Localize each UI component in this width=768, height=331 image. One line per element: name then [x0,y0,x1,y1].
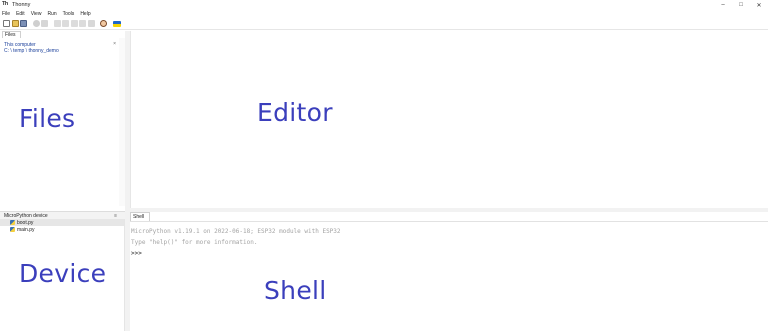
window-controls: – □ ✕ [714,0,768,10]
save-file-icon[interactable] [20,20,27,27]
step-out-icon[interactable] [70,20,78,27]
computer-heading[interactable]: This computer [0,38,124,48]
support-icon[interactable] [100,20,107,27]
new-file-icon[interactable] [3,20,10,27]
shell-prompt[interactable]: >>> [130,248,768,259]
stop-icon[interactable] [87,20,95,27]
debug-icon[interactable] [41,20,48,27]
resume-icon[interactable] [79,20,86,27]
annotation-shell: Shell [264,276,327,305]
annotation-editor: Editor [257,98,333,127]
menu-run[interactable]: Run [47,11,56,17]
menu-tools[interactable]: Tools [63,11,75,17]
run-icon[interactable] [32,20,40,27]
thonny-logo-icon [2,1,9,9]
close-button[interactable]: ✕ [750,0,768,10]
python-file-icon [10,227,15,232]
menu-edit[interactable]: Edit [16,11,25,17]
toolbar [0,18,768,30]
menu-view[interactable]: View [31,11,42,17]
device-file-main[interactable]: main.py [0,226,124,233]
device-file-label: boot.py [17,219,34,226]
tab-shell[interactable]: Shell [130,212,150,221]
shell-banner-line: MicroPython v1.19.1 on 2022-06-18; ESP32… [131,228,341,235]
ukraine-flag-icon[interactable] [112,20,121,27]
shell-help-line: Type "help()" for more information. [131,239,258,246]
open-file-icon[interactable] [11,20,19,27]
shell-area[interactable]: MicroPython v1.19.1 on 2022-06-18; ESP32… [130,221,768,331]
device-file-boot[interactable]: boot.py [0,219,124,226]
device-file-label: main.py [17,226,35,233]
device-header: MicroPython device ≡ [0,211,125,219]
editor-area[interactable] [130,31,768,211]
files-close-icon[interactable]: × [113,41,116,47]
python-file-icon [10,220,15,225]
menu-bar: File Edit View Run Tools Help [0,10,768,18]
menu-file[interactable]: File [2,11,10,17]
annotation-files: Files [19,104,76,133]
tab-files[interactable]: Files [2,31,21,38]
window-title: Thonny [12,2,31,8]
minimize-button[interactable]: – [714,0,732,10]
title-bar: Thonny – □ ✕ [0,0,768,10]
step-into-icon[interactable] [62,20,69,27]
menu-help[interactable]: Help [80,11,90,17]
horizontal-splitter[interactable] [130,208,768,212]
annotation-device: Device [19,259,107,288]
shell-tab-label: Shell [133,214,145,220]
computer-path[interactable]: C: \ temp \ thonny_demo [0,48,124,54]
step-over-icon[interactable] [53,20,61,27]
maximize-button[interactable]: □ [732,0,750,10]
